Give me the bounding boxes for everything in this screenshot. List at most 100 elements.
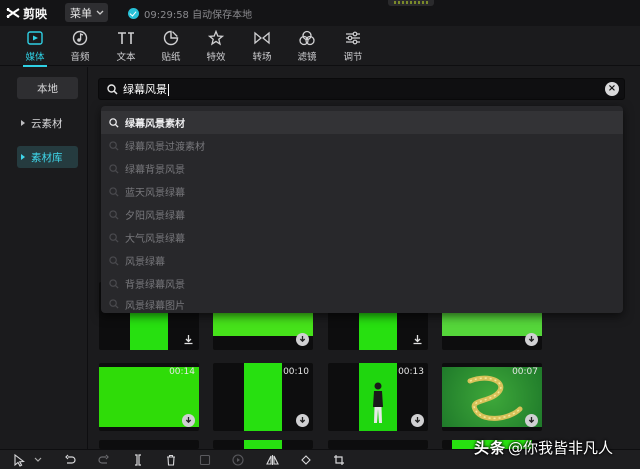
download-icon xyxy=(525,333,538,346)
duration-label: 00:13 xyxy=(398,367,424,377)
suggestion-item[interactable]: 风景绿幕图片 xyxy=(101,295,623,313)
suggestion-label: 绿幕风景过渡素材 xyxy=(125,142,205,153)
sidebar-item-local[interactable]: 本地 xyxy=(17,77,78,99)
suggestion-item[interactable]: 绿幕风景素材 xyxy=(101,111,623,134)
tab-media-label: 媒体 xyxy=(25,52,45,63)
tool-tabs: 媒体 音频 文本 贴纸 特效 转场 滤镜 调节 xyxy=(0,26,640,67)
download-icon xyxy=(411,414,424,427)
suggestion-item[interactable]: 背景绿幕风景 xyxy=(101,272,623,295)
app-name: 剪映 xyxy=(23,6,48,21)
undo-icon[interactable] xyxy=(63,453,77,467)
media-thumbnail[interactable] xyxy=(99,440,199,449)
golden-dragon-icon xyxy=(467,375,523,421)
search-icon xyxy=(109,209,119,220)
green-screen-preview xyxy=(244,363,282,431)
caret-right-icon xyxy=(21,154,25,160)
tab-filter-label: 滤镜 xyxy=(297,52,317,63)
app-logo: 剪映 xyxy=(6,5,47,21)
sidebar-item-library[interactable]: 素材库 xyxy=(17,146,78,168)
title-bar: 剪映 菜单 09:29:58 自动保存本地 xyxy=(0,0,640,26)
media-thumbnail[interactable]: 00:07 xyxy=(442,363,542,431)
suggestion-label: 大气风景绿幕 xyxy=(125,234,185,245)
search-icon xyxy=(109,186,119,197)
chevron-down-icon xyxy=(96,10,104,15)
search-icon xyxy=(109,255,119,266)
duration-label: 00:14 xyxy=(169,367,195,377)
select-dropdown-chevron-icon[interactable] xyxy=(31,453,45,467)
play-icon[interactable] xyxy=(231,453,245,467)
redo-icon[interactable] xyxy=(97,453,111,467)
watermark-brand: 头条 xyxy=(474,439,507,457)
suggestion-item[interactable]: 绿幕背景风景 xyxy=(101,157,623,180)
download-icon xyxy=(413,335,422,345)
download-icon xyxy=(525,414,538,427)
search-icon xyxy=(109,117,119,128)
suggestion-label: 风景绿幕图片 xyxy=(125,300,185,312)
download-icon xyxy=(184,335,193,345)
media-icon xyxy=(26,29,44,47)
tab-audio-label: 音频 xyxy=(70,52,90,63)
suggestion-item[interactable]: 绿幕风景过渡素材 xyxy=(101,134,623,157)
sidebar-item-cloud[interactable]: 云素材 xyxy=(17,112,78,134)
transition-icon xyxy=(253,29,271,47)
media-thumbnail[interactable]: 00:14 xyxy=(99,363,199,431)
search-icon xyxy=(109,232,119,243)
sidebar-item-label: 本地 xyxy=(37,82,58,95)
suggestion-item[interactable]: 风景绿幕 xyxy=(101,249,623,272)
duration-label: 00:07 xyxy=(512,367,538,377)
suggestion-item[interactable]: 夕阳风景绿幕 xyxy=(101,203,623,226)
tab-sticker[interactable]: 贴纸 xyxy=(151,29,191,63)
media-thumbnail[interactable]: 00:13 xyxy=(328,363,428,431)
text-icon xyxy=(117,29,135,47)
media-thumbnail[interactable] xyxy=(328,440,428,449)
rotate-icon[interactable] xyxy=(299,453,313,467)
sticker-icon xyxy=(162,29,180,47)
crop-icon[interactable] xyxy=(332,453,346,467)
search-suggestions-dropdown: 绿幕风景素材 绿幕风景过渡素材 绿幕背景风景 蓝天风景绿幕 夕阳风景绿幕 大气风… xyxy=(101,106,623,313)
autosave-text: 09:29:58 自动保存本地 xyxy=(144,10,253,21)
tab-text[interactable]: 文本 xyxy=(106,29,146,63)
effects-icon xyxy=(207,29,225,47)
green-screen-preview xyxy=(244,440,282,449)
mirror-icon[interactable] xyxy=(265,453,279,467)
select-icon[interactable] xyxy=(12,453,26,467)
caret-right-icon xyxy=(21,120,25,126)
suggestion-item[interactable]: 大气风景绿幕 xyxy=(101,226,623,249)
suggestion-item[interactable]: 蓝天风景绿幕 xyxy=(101,180,623,203)
search-query-text: 绿幕风景 xyxy=(123,83,167,96)
media-thumbnail[interactable] xyxy=(213,440,313,449)
search-query: 绿幕风景 xyxy=(123,81,169,97)
media-thumbnail[interactable]: 00:10 xyxy=(213,363,313,431)
suggestion-label: 风景绿幕 xyxy=(125,257,165,268)
filter-icon xyxy=(298,29,316,47)
search-input[interactable]: 绿幕风景 × xyxy=(98,78,625,100)
duration-label: 00:10 xyxy=(283,367,309,377)
menu-button[interactable]: 菜单 xyxy=(65,3,108,22)
text-cursor xyxy=(168,84,169,96)
suggestion-label: 夕阳风景绿幕 xyxy=(125,211,185,222)
tab-effects[interactable]: 特效 xyxy=(196,29,236,63)
sidebar-item-label: 云素材 xyxy=(31,117,63,130)
tab-filter[interactable]: 滤镜 xyxy=(287,29,327,63)
tab-adjust[interactable]: 调节 xyxy=(333,29,373,63)
tab-effects-label: 特效 xyxy=(206,52,226,63)
sidebar-item-label: 素材库 xyxy=(31,151,63,164)
tab-transition[interactable]: 转场 xyxy=(242,29,282,63)
tab-adjust-label: 调节 xyxy=(343,52,363,63)
media-library-panel: 00:14 00:10 00:13 00:07 绿幕风景 × 绿幕风景素材 绿幕… xyxy=(89,67,640,449)
tab-media[interactable]: 媒体 xyxy=(15,29,55,67)
search-icon xyxy=(109,163,119,174)
freeze-frame-icon[interactable] xyxy=(198,453,212,467)
clear-search-icon[interactable]: × xyxy=(605,82,619,96)
tab-transition-label: 转场 xyxy=(252,52,272,63)
watermark: 头条 @你我皆非凡人 xyxy=(474,437,613,458)
suggestion-label: 蓝天风景绿幕 xyxy=(125,188,185,199)
autosave-status: 09:29:58 自动保存本地 xyxy=(128,6,252,21)
delete-icon[interactable] xyxy=(164,453,178,467)
audio-meter-widget[interactable] xyxy=(388,0,434,6)
download-icon xyxy=(182,414,195,427)
tab-audio[interactable]: 音频 xyxy=(60,29,100,63)
split-icon[interactable] xyxy=(131,453,145,467)
search-icon xyxy=(109,299,119,309)
tab-sticker-label: 贴纸 xyxy=(161,52,181,63)
